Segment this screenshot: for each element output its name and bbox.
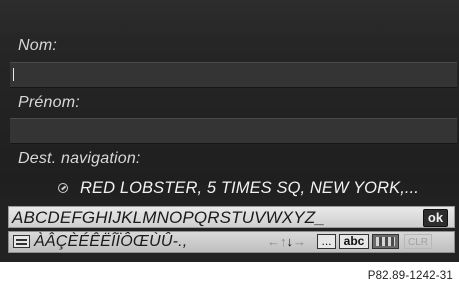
cursor-arrow-keys: ←↑↓→ [267, 234, 306, 249]
letter-keyboard-row: ABCDEFGHIJKLMNOPQRSTUVWXYZ_ ok [8, 206, 455, 228]
first-name-label: Prénom: [18, 94, 80, 111]
letter-keys[interactable]: ABCDEFGHIJKLMNOPQRSTUVWXYZ_ [12, 208, 325, 228]
arrow-right-icon[interactable]: → [293, 234, 306, 249]
navigation-flag-icon [58, 183, 68, 193]
space-key[interactable]: ... [317, 234, 336, 249]
destination-label: Dest. navigation: [18, 150, 141, 167]
last-name-field[interactable] [10, 62, 457, 88]
address-entry-screen: Nom: Prénom: Dest. navigation: RED LOBST… [0, 0, 459, 262]
destination-entry[interactable]: RED LOBSTER, 5 TIMES SQ, NEW YORK,... [58, 177, 419, 199]
special-keyboard-row: ÀÂÇÈÉÊËÎÏÔŒÙÛ-., ←↑↓→ ... abc CLR [8, 231, 455, 253]
last-name-label: Nom: [18, 37, 58, 54]
accent-character-keys[interactable]: ÀÂÇÈÉÊËÎÏÔŒÙÛ-., [34, 233, 187, 251]
destination-value: RED LOBSTER, 5 TIMES SQ, NEW YORK,... [80, 178, 419, 197]
text-cursor [13, 68, 14, 81]
arrow-left-icon[interactable]: ← [267, 234, 280, 249]
ok-button[interactable]: ok [423, 209, 448, 227]
clear-button[interactable]: CLR [404, 234, 432, 249]
character-set-switch-icon[interactable] [13, 235, 30, 248]
figure-reference: P82.89-1242-31 [367, 270, 453, 282]
lowercase-abc-key[interactable]: abc [339, 234, 369, 249]
keyboard-language-flag-icon[interactable] [372, 234, 399, 249]
first-name-field[interactable] [10, 118, 457, 144]
